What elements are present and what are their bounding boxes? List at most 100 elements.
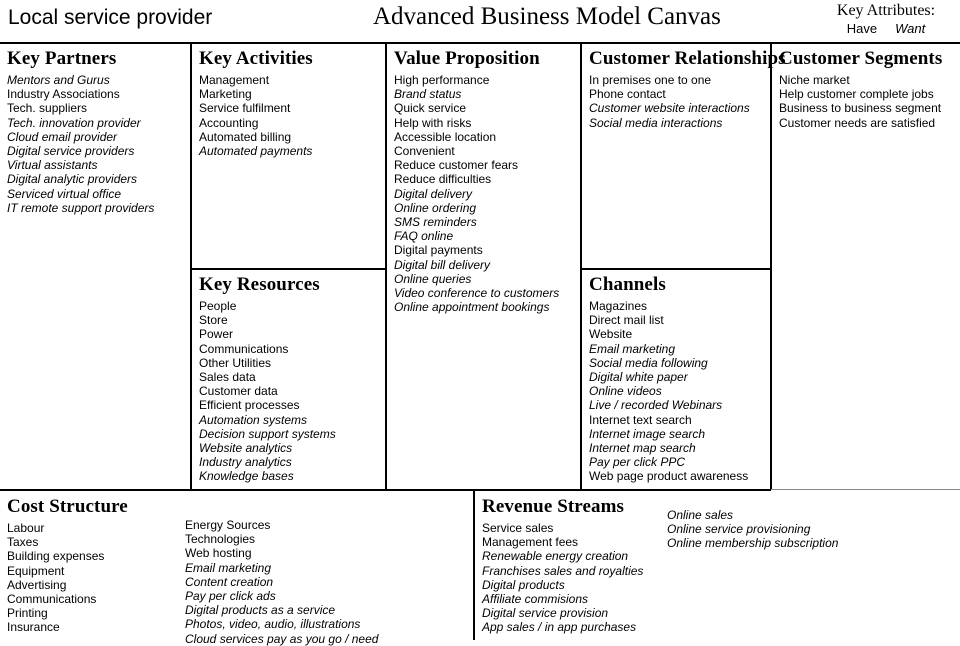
canvas-item: Online service provisioning [667, 522, 811, 537]
canvas-item: Marketing [199, 87, 252, 102]
key-attributes-legend: Key Attributes: Have Want [812, 2, 960, 36]
block-key-activities: Key Activities Management Marketing Servic… [192, 44, 385, 268]
canvas-item: Live / recorded Webinars [589, 398, 723, 413]
canvas-item: Quick service [394, 101, 467, 116]
canvas-item: Franchises sales and royalties [482, 563, 644, 578]
canvas-item: Digital delivery [394, 186, 473, 201]
canvas-item: Direct mail list [589, 313, 664, 328]
canvas-item: Insurance [7, 620, 60, 635]
canvas-item: Digital payments [394, 243, 483, 258]
key-partners-title: Key Partners [7, 48, 117, 69]
revenue-streams-list-left: Service sales Management fees Renewable en… [482, 521, 667, 635]
key-activities-title: Key Activities [199, 48, 313, 69]
canvas-item: Reduce difficulties [394, 172, 492, 187]
canvas-item: Industry Associations [7, 87, 120, 102]
cost-structure-list-right: Energy Sources Technologies Web hosting Ema… [185, 518, 378, 646]
key-resources-title: Key Resources [199, 274, 320, 295]
value-proposition-title: Value Proposition [394, 48, 540, 69]
canvas-item: SMS reminders [394, 215, 477, 230]
canvas-item: Technologies [185, 532, 256, 547]
canvas-item: Internet text search [589, 412, 692, 427]
canvas-item: Convenient [394, 144, 455, 159]
canvas-item: Cloud services pay as you go / need [185, 631, 379, 646]
document-title: Local service provider [8, 6, 213, 29]
canvas-item: In premises one to one [589, 73, 712, 87]
block-channels: Channels Magazines Direct mail list Websit… [582, 270, 772, 490]
canvas-item: Sales data [199, 370, 256, 385]
canvas-item: Niche market [779, 73, 850, 87]
block-value-proposition: Value Proposition High performance Brand … [387, 44, 580, 490]
canvas-item: Serviced virtual office [7, 186, 122, 201]
canvas-item: Taxes [7, 535, 39, 550]
canvas-item: Phone contact [589, 87, 666, 102]
canvas-item: Online videos [589, 384, 662, 399]
canvas-item: Automated payments [199, 144, 313, 159]
canvas-item: Knowledge bases [199, 469, 294, 484]
canvas-item: People [199, 299, 237, 313]
customer-relationships-list: In premises one to one Phone contact Custo… [589, 73, 765, 130]
canvas-item: Brand status [394, 87, 462, 102]
block-customer-segments: Customer Segments Niche market Help custo… [772, 44, 960, 490]
canvas-item: FAQ online [394, 229, 454, 244]
canvas-item: Web page product awareness [589, 469, 749, 484]
canvas-item: Renewable energy creation [482, 549, 629, 564]
canvas-item: Building expenses [7, 549, 105, 564]
canvas-item: Service sales [482, 521, 554, 535]
canvas-item: Digital service providers [7, 144, 135, 159]
canvas-item: IT remote support providers [7, 200, 155, 215]
canvas-item: Automated billing [199, 129, 292, 144]
block-key-partners: Key Partners Mentors and Gurus Industry A… [0, 44, 190, 490]
block-revenue-streams: Revenue Streams Service sales Management … [475, 492, 960, 640]
canvas-item: Mentors and Gurus [7, 73, 110, 87]
canvas-item: Pay per click PPC [589, 455, 686, 470]
canvas-item: Accounting [199, 115, 259, 130]
revenue-streams-list-right: Online sales Online service provisioning O… [667, 508, 838, 551]
canvas-item: Store [199, 313, 228, 328]
canvas-item: Equipment [7, 563, 65, 578]
canvas-item: Website [589, 327, 633, 342]
cost-structure-title: Cost Structure [7, 496, 128, 517]
canvas-item: Tech. suppliers [7, 101, 88, 116]
canvas-item: App sales / in app purchases [482, 620, 637, 635]
legend-want-label: Want [895, 21, 926, 36]
canvas-item: Internet map search [589, 441, 696, 456]
canvas-item: Printing [7, 606, 48, 621]
canvas-item: Digital white paper [589, 370, 688, 385]
canvas-item: Management fees [482, 535, 579, 550]
customer-segments-title: Customer Segments [779, 48, 943, 69]
block-cost-structure: Cost Structure Labour Taxes Building expen… [0, 492, 473, 646]
canvas-item: Content creation [185, 574, 274, 589]
block-key-resources: Key Resources People Store Power Communicat… [192, 270, 385, 490]
canvas-item: Pay per click ads [185, 589, 276, 604]
canvas-item: Tech. innovation provider [7, 115, 141, 130]
canvas-item: Help with risks [394, 115, 472, 130]
canvas-item: Digital products [482, 577, 565, 592]
canvas-item: Labour [7, 521, 45, 535]
legend-row: Have Want [812, 21, 960, 36]
canvas-item: Accessible location [394, 129, 497, 144]
value-proposition-list: High performance Brand status Quick servic… [394, 73, 573, 314]
canvas-item: Service fulfilment [199, 101, 291, 116]
canvas-item: Communications [7, 592, 97, 607]
canvas-item: Industry analytics [199, 455, 292, 470]
key-partners-list: Mentors and Gurus Industry Associations Te… [7, 73, 183, 215]
canvas-item: Digital service provision [482, 606, 609, 621]
canvas-item: Online sales [667, 508, 734, 522]
canvas-item: Online membership subscription [667, 536, 839, 551]
canvas-item: Customer website interactions [589, 101, 750, 116]
canvas-item: Video conference to customers [394, 286, 560, 301]
canvas-item: Customer needs are satisfied [779, 115, 936, 130]
canvas-item: Affiliate commisions [482, 592, 589, 607]
canvas-item: Power [199, 327, 234, 342]
canvas-header: Local service provider Advanced Business… [0, 0, 960, 42]
customer-relationships-title: Customer Relationships [589, 48, 786, 69]
canvas-item: Digital analytic providers [7, 172, 138, 187]
canvas-item: Virtual assistants [7, 158, 98, 173]
canvas-item: Magazines [589, 299, 648, 313]
canvas-item: Business to business segment [779, 101, 942, 116]
canvas-item: Help customer complete jobs [779, 87, 934, 102]
revenue-streams-title: Revenue Streams [482, 496, 625, 517]
canvas-item: Social media interactions [589, 115, 723, 130]
canvas-item: Online appointment bookings [394, 300, 550, 315]
canvas-item: Other Utilities [199, 355, 272, 370]
